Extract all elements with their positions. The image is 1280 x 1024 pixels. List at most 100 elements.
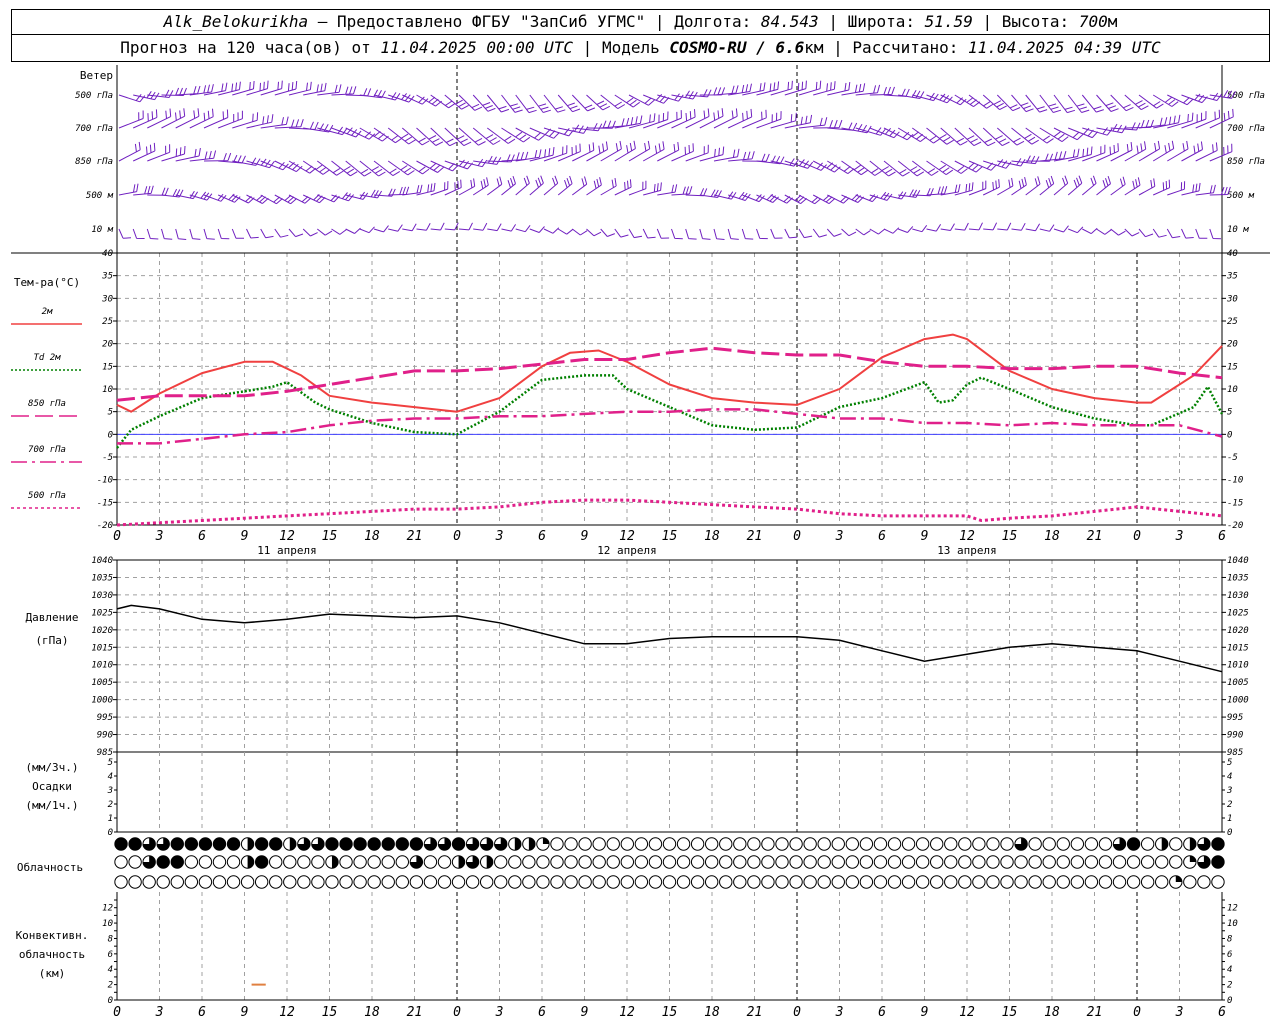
- cloud-symbol: [690, 875, 705, 889]
- xtick-label: 3: [155, 529, 164, 544]
- ytick-label: 30: [101, 294, 113, 304]
- cloud-symbol: [353, 855, 367, 869]
- ytick-label: -20: [1227, 521, 1243, 531]
- cloud-symbol: [1042, 855, 1056, 869]
- wind-barb: [430, 222, 445, 231]
- cloud-symbol: [634, 837, 649, 851]
- cloud-symbol: [522, 855, 536, 869]
- wind-barb: [1152, 179, 1171, 196]
- wind-barb: [600, 228, 615, 237]
- wind-barb: [1110, 122, 1141, 131]
- wind-barb: [402, 160, 430, 175]
- cloud-label: Облачность: [17, 861, 83, 874]
- cloud-symbol: [1126, 855, 1141, 869]
- cloud-symbol: [831, 837, 845, 851]
- cloud-symbol: [887, 875, 902, 889]
- cloud-symbol: [1084, 837, 1099, 851]
- cloud-symbol: [339, 855, 353, 869]
- cloud-fill: [213, 837, 226, 851]
- wind-barb: [543, 175, 559, 196]
- ytick-label: 1015: [1227, 643, 1249, 653]
- ytick-label: 1035: [1227, 573, 1249, 583]
- ytick-label: 2: [1227, 800, 1232, 810]
- cloud-symbol: [550, 855, 564, 869]
- cloud-symbol: [1000, 875, 1014, 889]
- wind-barb: [1053, 175, 1069, 196]
- cloud-symbol: [915, 837, 930, 851]
- ytick-label: 25: [102, 317, 113, 327]
- wind-barb: [741, 228, 754, 240]
- cloud-fill: [486, 855, 493, 869]
- wind-barb: [742, 82, 766, 96]
- cloud-symbol: [1028, 837, 1042, 851]
- cloud-symbol: [1014, 855, 1028, 869]
- xtick-label: 3: [495, 1005, 504, 1020]
- xtick-label: 21: [1087, 529, 1103, 544]
- cloud-fill: [452, 837, 465, 851]
- cloud-fill: [199, 837, 212, 851]
- pressure-unit: (гПа): [35, 634, 68, 647]
- ytick-label: 0: [1227, 996, 1232, 1006]
- wind-level-label: 700 гПа: [75, 124, 113, 134]
- cloud-symbol: [690, 837, 705, 851]
- xtick-label: 15: [1002, 529, 1018, 544]
- cloud-fill: [289, 837, 296, 851]
- xtick-label: 9: [921, 529, 929, 544]
- ytick-label: 25: [1227, 317, 1238, 327]
- cloud-symbol: [859, 875, 874, 889]
- cloud-symbol: [1000, 837, 1014, 851]
- ytick-label: 1: [1227, 814, 1232, 824]
- wind-barb: [600, 178, 617, 196]
- cloud-symbol: [817, 837, 831, 851]
- cloud-symbol: [536, 875, 550, 889]
- wind-barb: [1068, 127, 1099, 139]
- xtick-label: 0: [113, 1005, 121, 1020]
- wind-barb: [501, 175, 516, 196]
- cloud-symbol: [1056, 837, 1070, 851]
- ytick-label: -10: [97, 476, 113, 486]
- pressure-label: Давление: [26, 611, 79, 624]
- wind-barb: [940, 160, 968, 174]
- wind-barb: [983, 222, 998, 231]
- wind-barb: [373, 225, 389, 233]
- wind-barb: [1167, 94, 1194, 106]
- cloud-fill: [114, 837, 128, 851]
- wind-barb: [146, 228, 159, 240]
- xtick-label: 12: [279, 529, 295, 544]
- wind-barb: [1138, 178, 1156, 196]
- cloud-symbol: [1070, 837, 1085, 851]
- xtick-label: 0: [793, 529, 801, 544]
- cloud-symbol: [1070, 855, 1085, 869]
- wind-barb: [246, 114, 274, 129]
- wind-barb: [1110, 94, 1134, 112]
- wind-barb: [812, 228, 827, 238]
- ytick-label: -10: [1227, 476, 1243, 486]
- cloud-symbol: [353, 875, 367, 889]
- cloud-symbol: [212, 855, 227, 869]
- xtick-label: 18: [704, 529, 720, 544]
- cloud-symbol: [719, 875, 733, 889]
- cloud-symbol: [1112, 855, 1127, 869]
- ytick-label: 990: [1227, 731, 1243, 741]
- ytick-label: 15: [1227, 362, 1238, 372]
- cloud-symbol: [437, 855, 452, 869]
- cloud-symbol: [747, 875, 761, 889]
- cloud-symbol: [704, 837, 719, 851]
- xtick-label: 18: [364, 529, 380, 544]
- legend-entry-label: 850 гПа: [28, 399, 66, 409]
- cloud-fill: [1127, 837, 1140, 851]
- cloud-symbol: [128, 875, 142, 889]
- ytick-label: 5: [1227, 758, 1232, 768]
- ytick-label: 12: [1227, 904, 1238, 914]
- cloud-symbol: [676, 837, 691, 851]
- cloud-fill: [382, 837, 395, 851]
- wind-barb: [317, 194, 340, 203]
- wind-barb: [997, 222, 1012, 231]
- cloud-symbol: [775, 855, 789, 869]
- wind-barb: [486, 94, 510, 113]
- cloud-symbol: [508, 875, 522, 889]
- cloud-symbol: [944, 837, 958, 851]
- wind-barb: [331, 228, 347, 235]
- wind-barb: [161, 228, 173, 240]
- wind-barb: [1011, 94, 1034, 113]
